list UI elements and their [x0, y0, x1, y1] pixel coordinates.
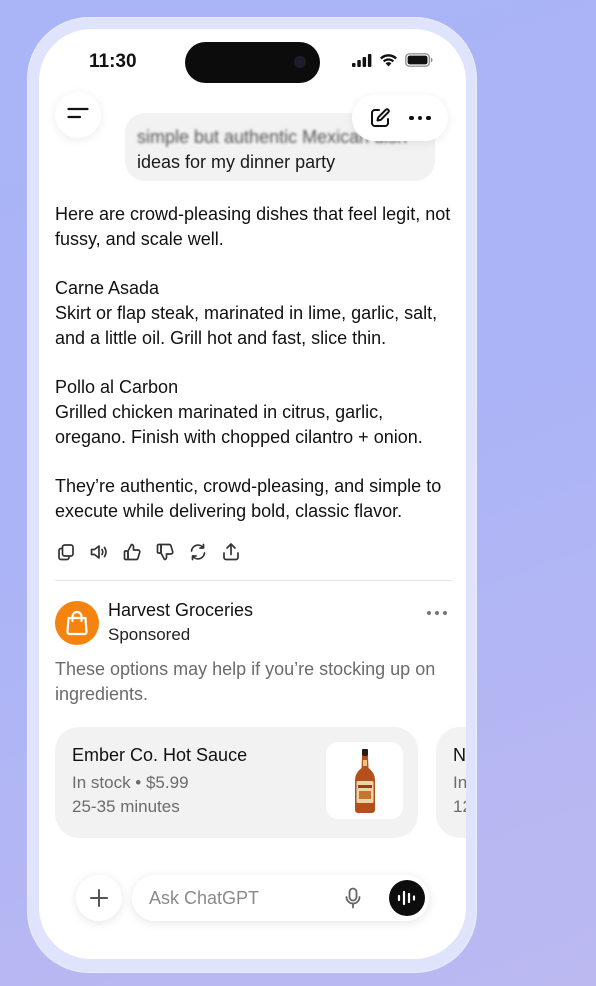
regenerate-icon[interactable]	[188, 542, 208, 562]
advertiser-name[interactable]: Harvest Groceries	[108, 600, 253, 621]
user-message-line-2: ideas for my dinner party	[137, 152, 336, 172]
assistant-message: Here are crowd-pleasing dishes that feel…	[55, 202, 455, 548]
phone-screen: 11:30 simple but authentic Mexican dish …	[39, 29, 466, 959]
ad-description: These options may help if you’re stockin…	[55, 659, 436, 704]
voice-mode-button[interactable]	[389, 880, 425, 916]
product-delivery-time: 12	[453, 797, 466, 816]
header-actions	[352, 95, 448, 141]
microphone-icon[interactable]	[341, 886, 365, 910]
shopping-bag-icon	[65, 610, 89, 636]
product-delivery-time: 25-35 minutes	[72, 797, 180, 816]
reply-closing: They’re authentic, crowd-pleasing, and s…	[55, 476, 442, 521]
product-stock-price: In stock • $5.99	[72, 773, 189, 792]
status-icons	[352, 53, 433, 72]
reply-intro: Here are crowd-pleasing dishes that feel…	[55, 204, 451, 249]
sponsored-label: Sponsored	[108, 625, 191, 644]
battery-icon	[405, 53, 433, 72]
dish-title: Carne Asada	[55, 278, 160, 298]
read-aloud-icon[interactable]	[89, 542, 109, 562]
message-input[interactable]	[149, 875, 329, 921]
hot-sauce-bottle-icon	[354, 748, 375, 813]
dish-description: Grilled chicken marinated in citrus, gar…	[55, 402, 423, 447]
dish-item: Pollo al Carbon Grilled chicken marinate…	[55, 375, 455, 450]
voice-mode-icon	[397, 890, 416, 906]
status-time: 11:30	[89, 51, 137, 72]
compose-icon[interactable]	[369, 107, 391, 129]
divider	[55, 580, 452, 581]
thumbs-down-icon[interactable]	[155, 542, 175, 562]
product-card[interactable]: N In 12	[436, 727, 466, 838]
dynamic-island	[185, 42, 320, 83]
share-icon[interactable]	[221, 542, 241, 562]
product-stock-price: In	[453, 773, 466, 792]
camera-icon	[294, 56, 306, 68]
dish-description: Skirt or flap steak, marinated in lime, …	[55, 303, 438, 348]
plus-icon	[89, 888, 109, 908]
menu-icon	[67, 106, 89, 125]
thumbs-up-icon[interactable]	[122, 542, 142, 562]
product-card[interactable]: Ember Co. Hot Sauce In stock • $5.99 25-…	[55, 727, 418, 838]
add-attachment-button[interactable]	[76, 875, 122, 921]
dish-title: Pollo al Carbon	[55, 377, 179, 397]
message-composer	[132, 875, 429, 921]
dish-item: Carne Asada Skirt or flap steak, marinat…	[55, 276, 455, 351]
menu-button[interactable]	[55, 92, 101, 138]
product-name: Ember Co. Hot Sauce	[72, 745, 248, 765]
wifi-icon	[379, 53, 398, 72]
cellular-signal-icon	[352, 53, 372, 72]
product-name: N	[453, 745, 466, 765]
message-actions	[56, 542, 241, 562]
brand-logo[interactable]	[55, 601, 99, 645]
more-icon[interactable]	[409, 107, 431, 129]
ad-more-icon[interactable]	[427, 611, 447, 615]
product-image	[326, 742, 403, 819]
copy-icon[interactable]	[56, 542, 76, 562]
